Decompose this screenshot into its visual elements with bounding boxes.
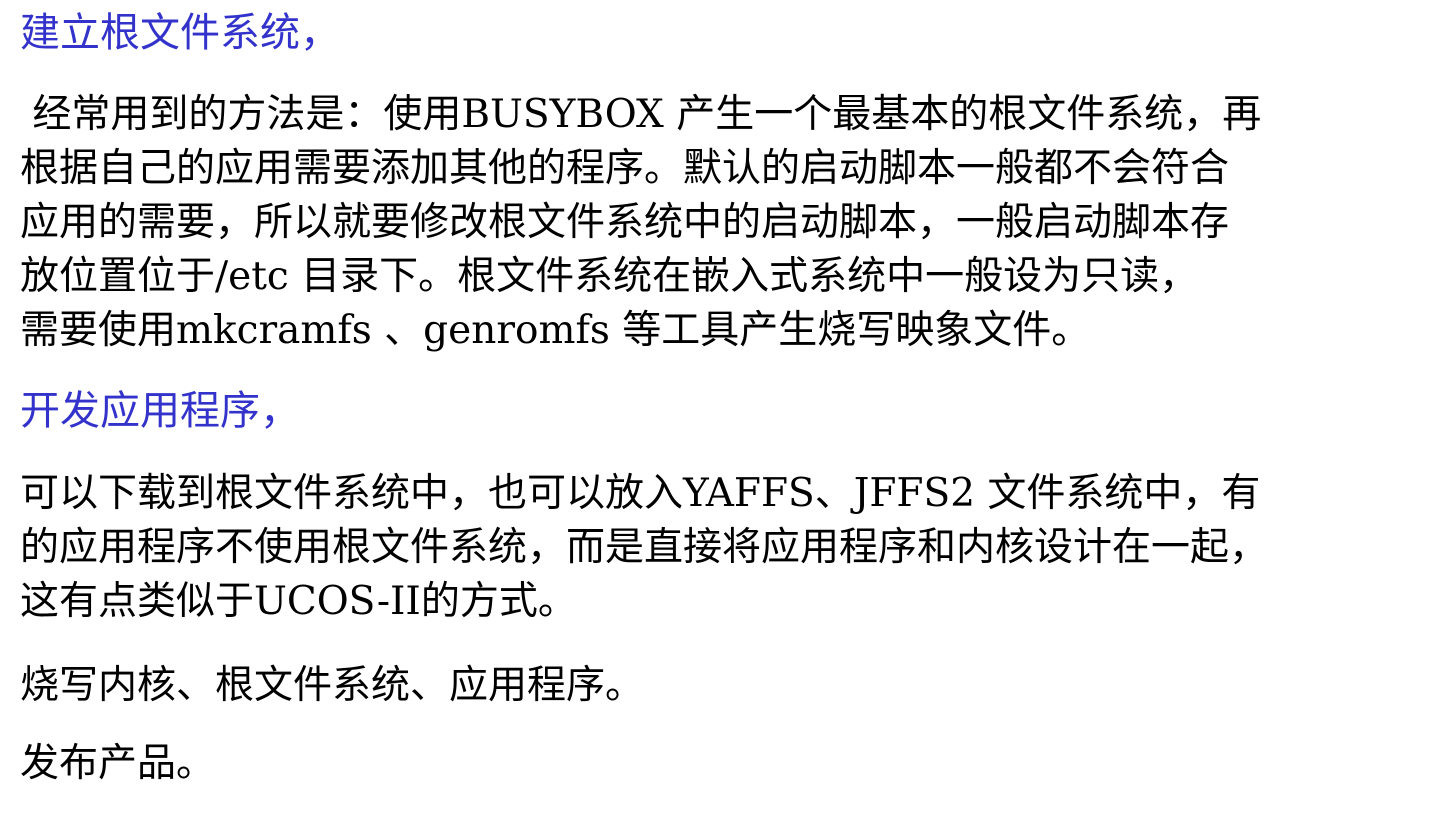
release-step-paragraph: 发布产品。	[20, 737, 1430, 791]
paragraph-line: 可以下载到根文件系统中，也可以放入YAFFS、JFFS2 文件系统中，有	[20, 471, 1261, 516]
paragraph-line: 这有点类似于UCOS-II的方式。	[20, 579, 577, 624]
app-dev-paragraph: 可以下载到根文件系统中，也可以放入YAFFS、JFFS2 文件系统中，有 的应用…	[20, 467, 1430, 629]
paragraph-line: 烧写内核、根文件系统、应用程序。	[20, 663, 645, 708]
root-fs-paragraph: 经常用到的方法是：使用BUSYBOX 产生一个最基本的根文件系统，再 根据自己的…	[20, 88, 1430, 358]
paragraph-line: 应用的需要，所以就要修改根文件系统中的启动脚本，一般启动脚本存	[20, 200, 1230, 245]
section-heading-root-fs: 建立根文件系统，	[20, 10, 340, 56]
paragraph-line: 根据自己的应用需要添加其他的程序。默认的启动脚本一般都不会符合	[20, 146, 1230, 191]
section-heading-app-dev: 开发应用程序，	[20, 388, 300, 434]
document-page: 建立根文件系统， 经常用到的方法是：使用BUSYBOX 产生一个最基本的根文件系…	[0, 0, 1442, 814]
paragraph-line: 的应用程序不使用根文件系统，而是直接将应用程序和内核设计在一起，	[20, 525, 1269, 570]
paragraph-line: 经常用到的方法是：使用BUSYBOX 产生一个最基本的根文件系统，再	[20, 92, 1262, 137]
paragraph-line: 发布产品。	[20, 741, 216, 786]
paragraph-line: 放位置位于/etc 目录下。根文件系统在嵌入式系统中一般设为只读，	[20, 254, 1199, 299]
paragraph-line: 需要使用mkcramfs 、genromfs 等工具产生烧写映象文件。	[20, 308, 1091, 353]
burn-step-paragraph: 烧写内核、根文件系统、应用程序。	[20, 659, 1430, 713]
